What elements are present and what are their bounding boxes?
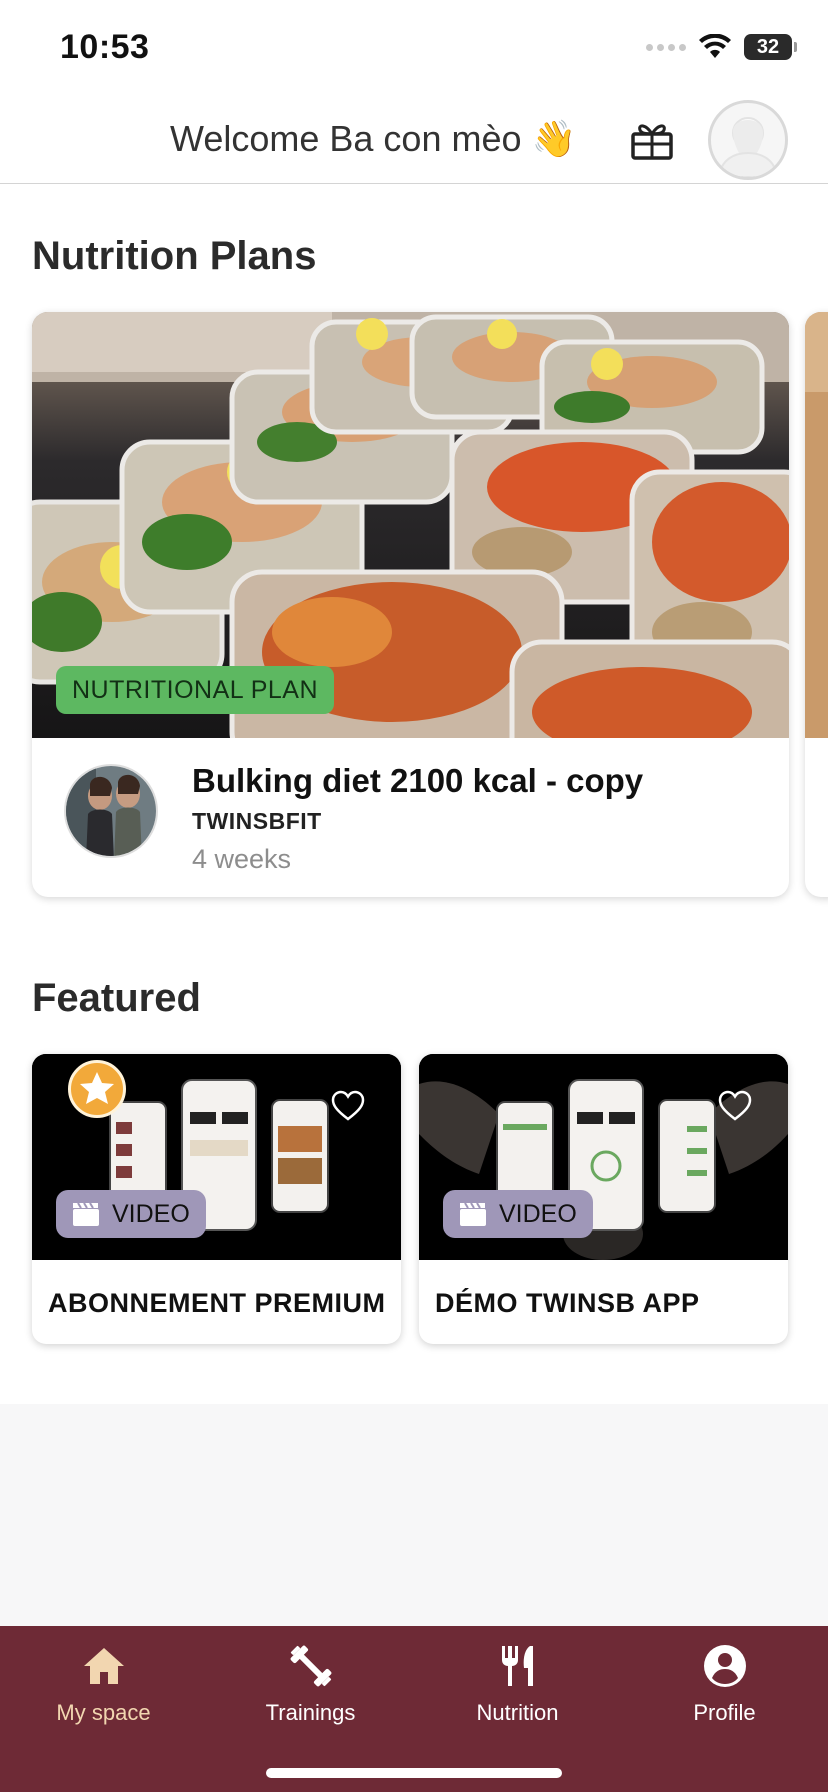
nutrition-plan-duration: 4 weeks: [192, 844, 292, 874]
bottom-navigation: My space Trainings Nutrition Profile: [0, 1626, 828, 1792]
featured-section-title: Featured: [32, 976, 201, 1020]
gift-icon: [631, 124, 673, 160]
battery-indicator: 32: [744, 34, 797, 60]
fork-knife-icon: [501, 1646, 533, 1686]
nav-item-nutrition[interactable]: Nutrition: [414, 1642, 621, 1726]
gift-button[interactable]: [628, 116, 676, 164]
premium-star-badge: [68, 1060, 126, 1118]
dumbbell-icon: [290, 1645, 331, 1687]
heart-icon: [718, 1090, 752, 1121]
profile-icon: [703, 1645, 746, 1687]
star-icon: [80, 1072, 114, 1104]
nav-label: Nutrition: [476, 1700, 559, 1725]
favorite-button[interactable]: [718, 1090, 752, 1122]
nutrition-section-title: Nutrition Plans: [32, 234, 317, 278]
coach-avatar: [64, 764, 158, 858]
nutrition-plan-author: TWINSBFIT: [192, 808, 322, 834]
clapperboard-icon: [460, 1202, 486, 1226]
app-header: Welcome Ba con mèo 👋: [0, 96, 828, 184]
video-badge-label: VIDEO: [499, 1199, 577, 1228]
featured-card-title: DÉMO TWINSB APP: [435, 1288, 700, 1318]
clapperboard-icon: [73, 1202, 99, 1226]
nav-label: Profile: [693, 1700, 756, 1725]
nav-item-profile[interactable]: Profile: [621, 1642, 828, 1726]
nutritional-plan-badge: NUTRITIONAL PLAN: [56, 666, 335, 714]
nav-label: Trainings: [265, 1700, 356, 1725]
nav-item-trainings[interactable]: Trainings: [207, 1642, 414, 1726]
nav-label: My space: [56, 1700, 151, 1725]
nutrition-plan-title: Bulking diet 2100 kcal - copy: [192, 762, 644, 799]
featured-thumbnail: VIDEO: [419, 1054, 788, 1260]
nav-item-my-space[interactable]: My space: [0, 1642, 207, 1726]
status-bar: 10:53 32: [0, 0, 828, 96]
home-icon: [83, 1648, 124, 1684]
wifi-icon: [699, 34, 731, 58]
meal-prep-image: NUTRITIONAL PLAN: [32, 312, 789, 738]
cellular-signal-icon: [646, 43, 686, 51]
next-nutrition-card-peek[interactable]: [805, 312, 828, 897]
featured-card-premium[interactable]: VIDEO ABONNEMENT PREMIUM: [32, 1054, 401, 1344]
featured-card-demo[interactable]: VIDEO DÉMO TWINSB APP: [419, 1054, 788, 1344]
heart-icon: [331, 1090, 365, 1121]
welcome-text: Welcome Ba con mèo 👋: [170, 118, 577, 159]
nutrition-plan-card[interactable]: NUTRITIONAL PLAN Bulking diet 2100 kcal …: [32, 312, 789, 897]
video-badge-label: VIDEO: [112, 1199, 190, 1228]
video-badge: VIDEO: [443, 1190, 593, 1238]
featured-thumbnail: VIDEO: [32, 1054, 401, 1260]
home-indicator: [266, 1768, 562, 1778]
video-badge: VIDEO: [56, 1190, 206, 1238]
user-avatar-icon: [717, 117, 779, 177]
content-footer-area: [0, 1404, 828, 1626]
featured-card-title: ABONNEMENT PREMIUM: [48, 1288, 386, 1318]
favorite-button[interactable]: [331, 1090, 365, 1122]
status-indicators: 32: [646, 34, 797, 60]
status-time: 10:53: [60, 28, 150, 66]
user-avatar-button[interactable]: [708, 100, 788, 180]
